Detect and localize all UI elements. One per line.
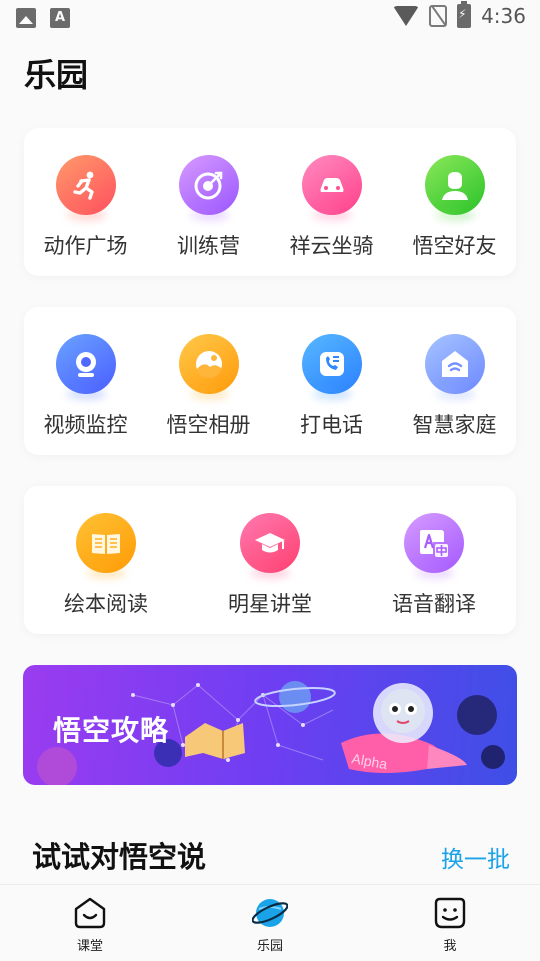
tile-label: 动作广场 (43, 234, 128, 258)
graduation-cap-icon (240, 513, 300, 573)
no-sim-icon (429, 5, 448, 27)
tile-label: 祥云坐骑 (289, 234, 374, 258)
tile-wukong-friends[interactable]: 悟空好友 (393, 128, 516, 276)
banner-title: 悟空攻略 (53, 714, 170, 747)
smart-home-icon (424, 334, 485, 394)
target-icon (178, 155, 239, 215)
refresh-button[interactable]: 换一批 (441, 840, 510, 874)
bottom-tab-bar: 课堂 乐园 我 (0, 884, 540, 961)
tile-label: 悟空相册 (166, 413, 251, 437)
tile-training-camp[interactable]: 训练营 (147, 128, 270, 276)
tile-label: 语音翻译 (392, 592, 476, 616)
feature-card-3: 绘本阅读 明星讲堂 语音翻译 (24, 486, 516, 634)
friend-avatar-icon (424, 155, 485, 215)
tile-action-plaza[interactable]: 动作广场 (24, 128, 147, 276)
tile-smart-home[interactable]: 智慧家庭 (393, 307, 516, 455)
status-time: 4:36 (481, 4, 526, 28)
running-person-icon (55, 155, 116, 215)
tab-playground[interactable]: 乐园 (180, 885, 360, 961)
smile-face-icon (434, 897, 466, 929)
tile-label: 绘本阅读 (64, 592, 148, 616)
phone-icon (301, 334, 362, 394)
image-icon (16, 8, 36, 28)
text-a-icon: A (50, 8, 70, 28)
tab-label: 乐园 (256, 939, 283, 954)
photo-icon (178, 334, 239, 394)
tile-voice-translate[interactable]: 语音翻译 (352, 486, 516, 634)
tab-label: 我 (443, 939, 457, 954)
feature-card-2: 视频监控 悟空相册 打电话 智慧家庭 (24, 307, 516, 455)
status-bar: A 4:36 (0, 0, 540, 36)
tile-label: 明星讲堂 (228, 592, 312, 616)
tab-label: 课堂 (76, 939, 103, 954)
wifi-icon (393, 6, 420, 26)
section-title: 试试对悟空说 (32, 840, 207, 874)
car-icon (301, 155, 362, 215)
tile-label: 打电话 (300, 413, 363, 437)
book-icon (76, 513, 136, 573)
camera-icon (55, 334, 116, 394)
tile-label: 智慧家庭 (412, 413, 497, 437)
battery-charging-icon (457, 1, 472, 28)
translate-icon (404, 513, 464, 573)
feature-card-1: 动作广场 训练营 祥云坐骑 悟空好友 (24, 128, 516, 276)
tile-picture-book[interactable]: 绘本阅读 (24, 486, 188, 634)
tile-label: 训练营 (177, 234, 240, 258)
classroom-face-icon (74, 897, 106, 929)
tile-star-lecture[interactable]: 明星讲堂 (188, 486, 352, 634)
tab-me[interactable]: 我 (360, 885, 540, 961)
guide-banner[interactable]: Alpha 悟空攻略 (23, 665, 517, 785)
tile-video-monitor[interactable]: 视频监控 (24, 307, 147, 455)
page-title: 乐园 (24, 56, 89, 94)
tab-classroom[interactable]: 课堂 (0, 885, 180, 961)
tile-wukong-album[interactable]: 悟空相册 (147, 307, 270, 455)
tile-make-call[interactable]: 打电话 (270, 307, 393, 455)
tile-label: 视频监控 (43, 413, 128, 437)
planet-icon (252, 899, 288, 927)
tile-cloud-ride[interactable]: 祥云坐骑 (270, 128, 393, 276)
tile-label: 悟空好友 (412, 234, 497, 258)
